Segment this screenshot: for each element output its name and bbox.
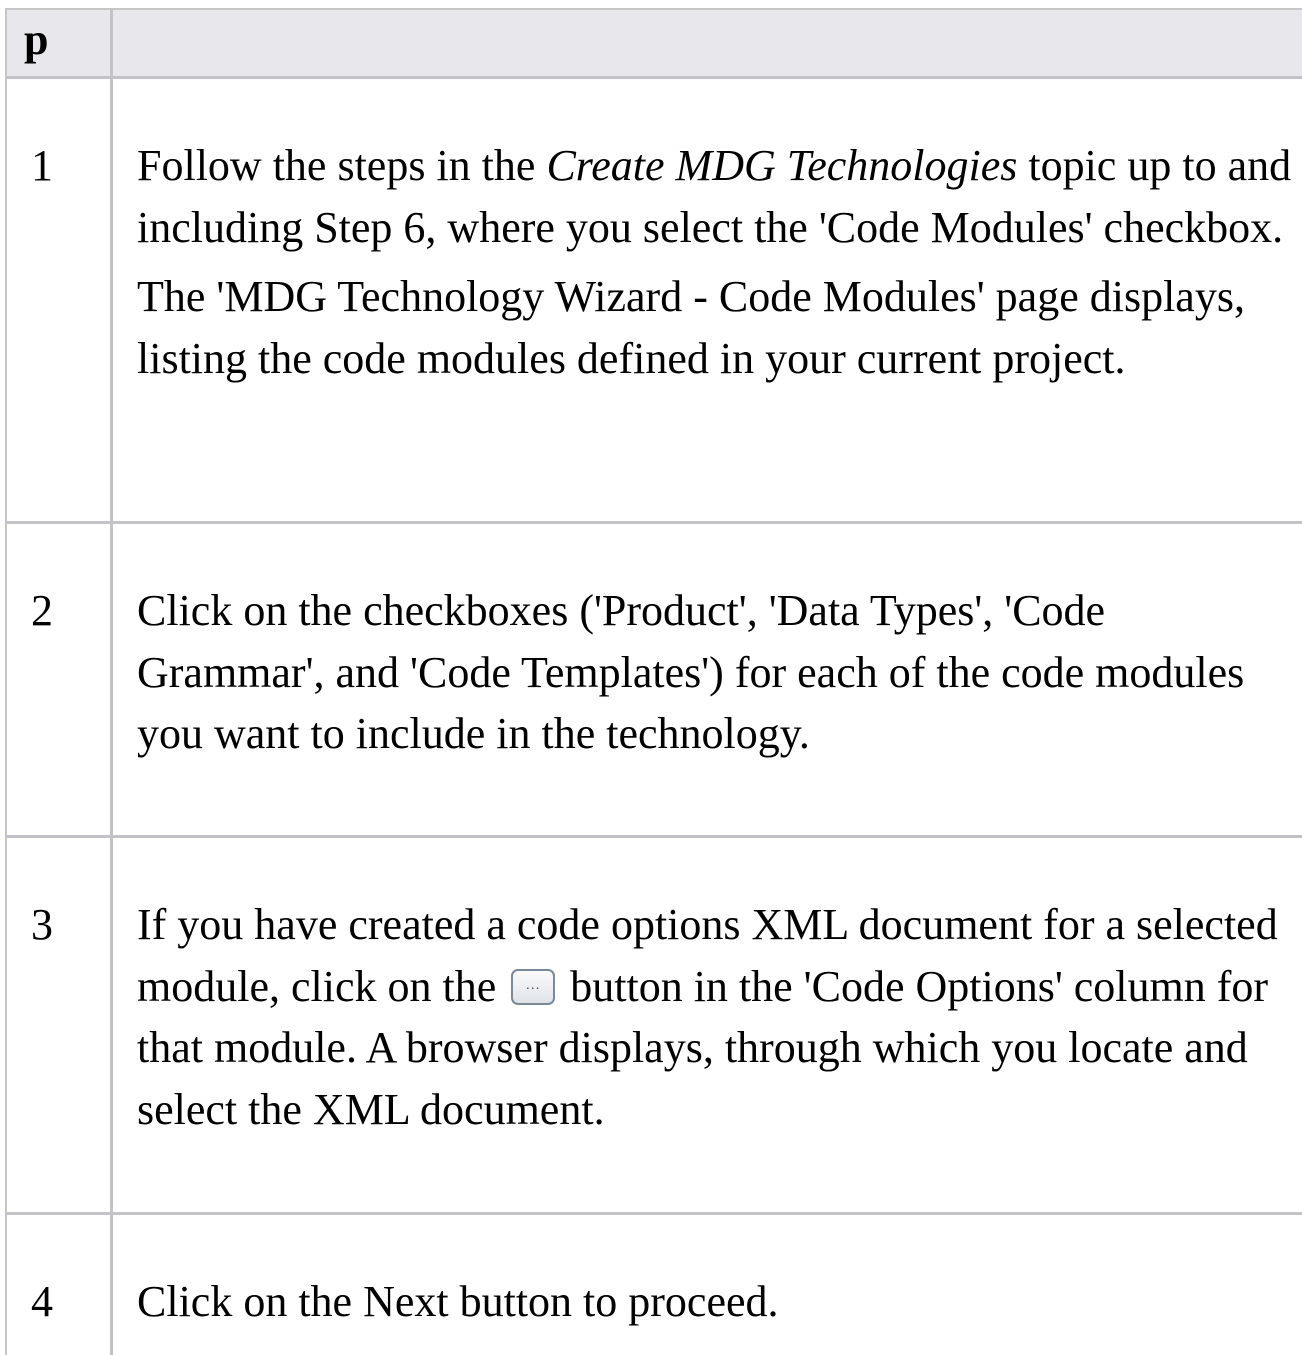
- header-cell-action: [113, 10, 1302, 76]
- table-row: 2 Click on the checkboxes ('Product', 'D…: [5, 524, 1302, 838]
- step-number: 4: [7, 1215, 113, 1355]
- step-text: Click on the Next button to proceed.: [113, 1215, 1302, 1355]
- step-number-text: 2: [31, 586, 53, 635]
- step-number-text: 1: [31, 141, 53, 190]
- step-text: If you have created a code options XML d…: [113, 838, 1302, 1212]
- step-paragraph: Click on the Next button to proceed.: [137, 1277, 779, 1326]
- step-paragraph: Click on the checkboxes ('Product', 'Dat…: [137, 586, 1245, 758]
- table-row: 1 Follow the steps in the Create MDG Tec…: [5, 79, 1302, 524]
- table-row: 3 If you have created a code options XML…: [5, 838, 1302, 1215]
- steps-table: p 1 Follow the steps in the Create MDG T…: [5, 8, 1302, 1355]
- topic-reference: Create MDG Technologies: [546, 141, 1018, 190]
- step-number: 2: [7, 524, 113, 835]
- step-number: 3: [7, 838, 113, 1212]
- step-text-part: Follow the steps in the: [137, 141, 547, 190]
- step-text: Click on the checkboxes ('Product', 'Dat…: [113, 524, 1302, 835]
- step-text: Follow the steps in the Create MDG Techn…: [113, 79, 1302, 521]
- step-paragraph: Follow the steps in the Create MDG Techn…: [137, 135, 1292, 258]
- step-number: 1: [7, 79, 113, 521]
- step-paragraph: If you have created a code options XML d…: [137, 894, 1292, 1140]
- header-cell-step: p: [7, 10, 113, 76]
- ellipsis-button-icon: [511, 968, 556, 1005]
- step-paragraph: The 'MDG Technology Wizard - Code Module…: [137, 272, 1245, 383]
- table-header: p: [5, 8, 1302, 79]
- step-number-text: 3: [31, 900, 53, 949]
- step-number-text: 4: [31, 1277, 53, 1326]
- table-row: 4 Click on the Next button to proceed.: [5, 1215, 1302, 1355]
